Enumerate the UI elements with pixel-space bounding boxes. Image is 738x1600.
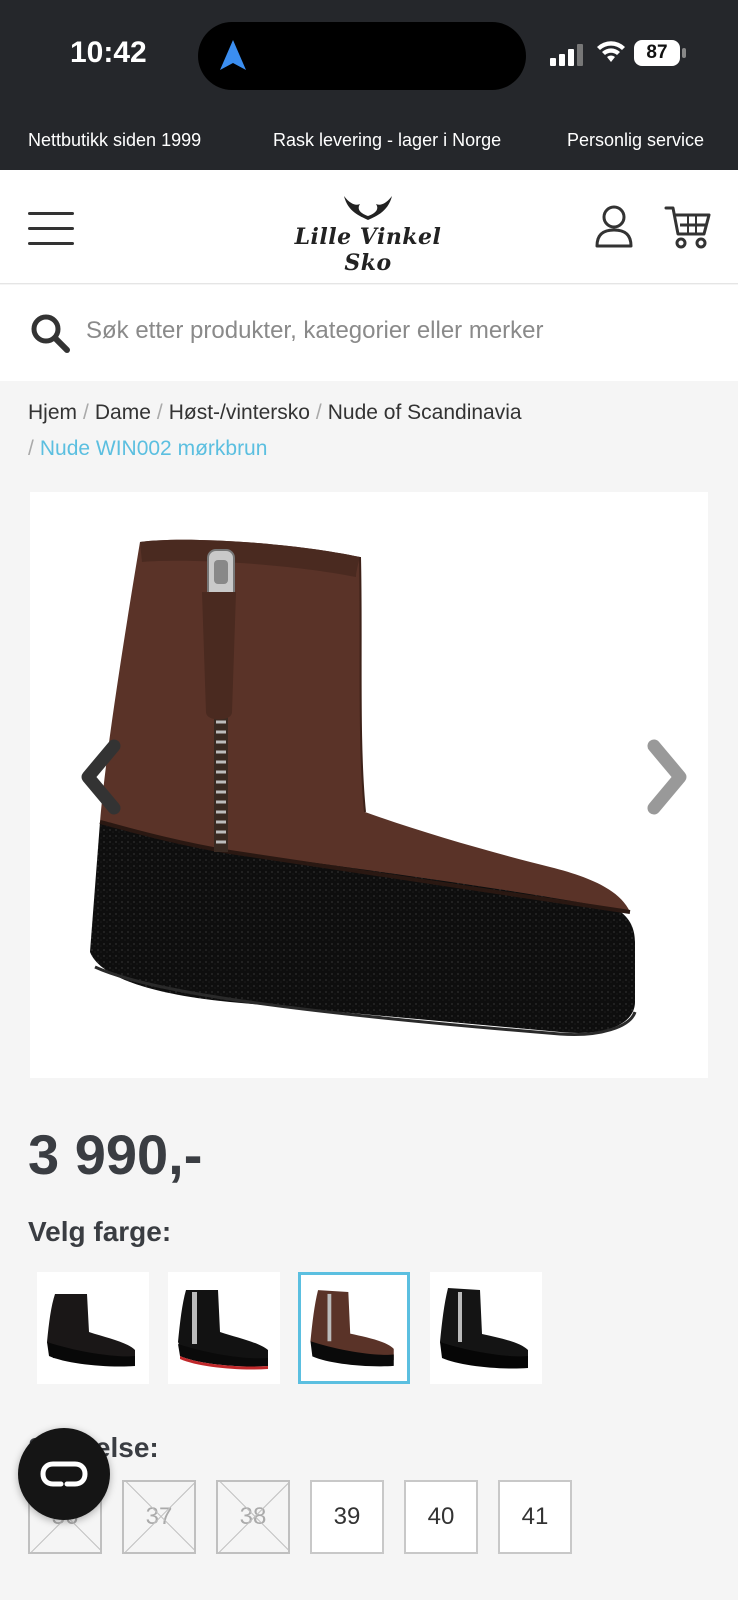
shopping-cart-icon[interactable]	[664, 204, 712, 250]
chat-widget-button[interactable]	[18, 1428, 110, 1520]
breadcrumb-separator: /	[83, 401, 89, 424]
product-price: 3 990,-	[28, 1123, 203, 1186]
breadcrumb-link-category[interactable]: Høst-/vintersko	[169, 401, 310, 424]
breadcrumb: Hjem / Dame / Høst-/vintersko / Nude of Scandi…	[28, 395, 708, 467]
logo-text: Lille Vinkel Sko	[294, 224, 442, 276]
chevron-left-icon[interactable]	[76, 732, 126, 822]
chat-icon	[40, 1461, 88, 1487]
breadcrumb-link-dame[interactable]: Dame	[95, 401, 151, 424]
battery-indicator: 87	[634, 40, 680, 66]
promo-bar: Nettbutikk siden 1999 Rask levering - la…	[0, 110, 738, 170]
breadcrumb-link-home[interactable]: Hjem	[28, 401, 77, 424]
search-icon[interactable]	[30, 313, 70, 353]
wifi-icon	[597, 41, 625, 62]
chevron-right-icon[interactable]	[642, 732, 692, 822]
product-image-gallery	[30, 492, 708, 1078]
color-label: Velg farge:	[28, 1216, 172, 1247]
product-image	[90, 539, 637, 1037]
boot-thumbnail-icon	[310, 1290, 394, 1367]
size-option-37[interactable]: 37	[122, 1480, 196, 1554]
search-bar	[0, 285, 738, 381]
promo-item: Nettbutikk siden 1999	[28, 130, 202, 150]
breadcrumb-separator: /	[28, 437, 34, 460]
color-swatch-black-suede[interactable]	[37, 1272, 149, 1384]
battery-tip	[682, 48, 686, 58]
breadcrumb-current: Nude WIN002 mørkbrun	[39, 437, 268, 460]
color-swatch-black-zip[interactable]	[430, 1272, 542, 1384]
boot-thumbnail-icon	[47, 1294, 135, 1367]
color-swatch-black-leather-red-sole[interactable]	[168, 1272, 280, 1384]
user-account-icon[interactable]	[594, 204, 634, 248]
status-time: 10:42	[70, 36, 147, 69]
size-option-41[interactable]: 41	[498, 1480, 572, 1554]
cellular-signal-icon	[550, 42, 586, 66]
boot-thumbnail-icon	[440, 1288, 528, 1369]
search-input[interactable]	[86, 309, 706, 353]
size-option-39[interactable]: 39	[310, 1480, 384, 1554]
breadcrumb-separator: /	[315, 401, 322, 424]
menu-icon[interactable]	[28, 212, 74, 246]
dynamic-island	[198, 22, 526, 90]
color-swatch-dark-brown[interactable]	[298, 1272, 410, 1384]
breadcrumb-separator: /	[156, 401, 163, 424]
site-logo[interactable]: Lille Vinkel Sko	[268, 190, 468, 276]
promo-item: Rask levering - lager i Norge	[273, 130, 502, 150]
promo-item: Personlig service	[567, 130, 705, 150]
breadcrumb-link-brand[interactable]: Nude of Scandinavia	[328, 401, 522, 424]
size-option-40[interactable]: 40	[404, 1480, 478, 1554]
antlers-logo-icon	[344, 196, 392, 220]
boot-thumbnail-icon	[178, 1290, 268, 1370]
site-header: Lille Vinkel Sko	[0, 170, 738, 284]
status-bar: 10:42 87	[0, 0, 738, 110]
navigation-arrow-icon	[220, 40, 246, 70]
size-option-38[interactable]: 38	[216, 1480, 290, 1554]
